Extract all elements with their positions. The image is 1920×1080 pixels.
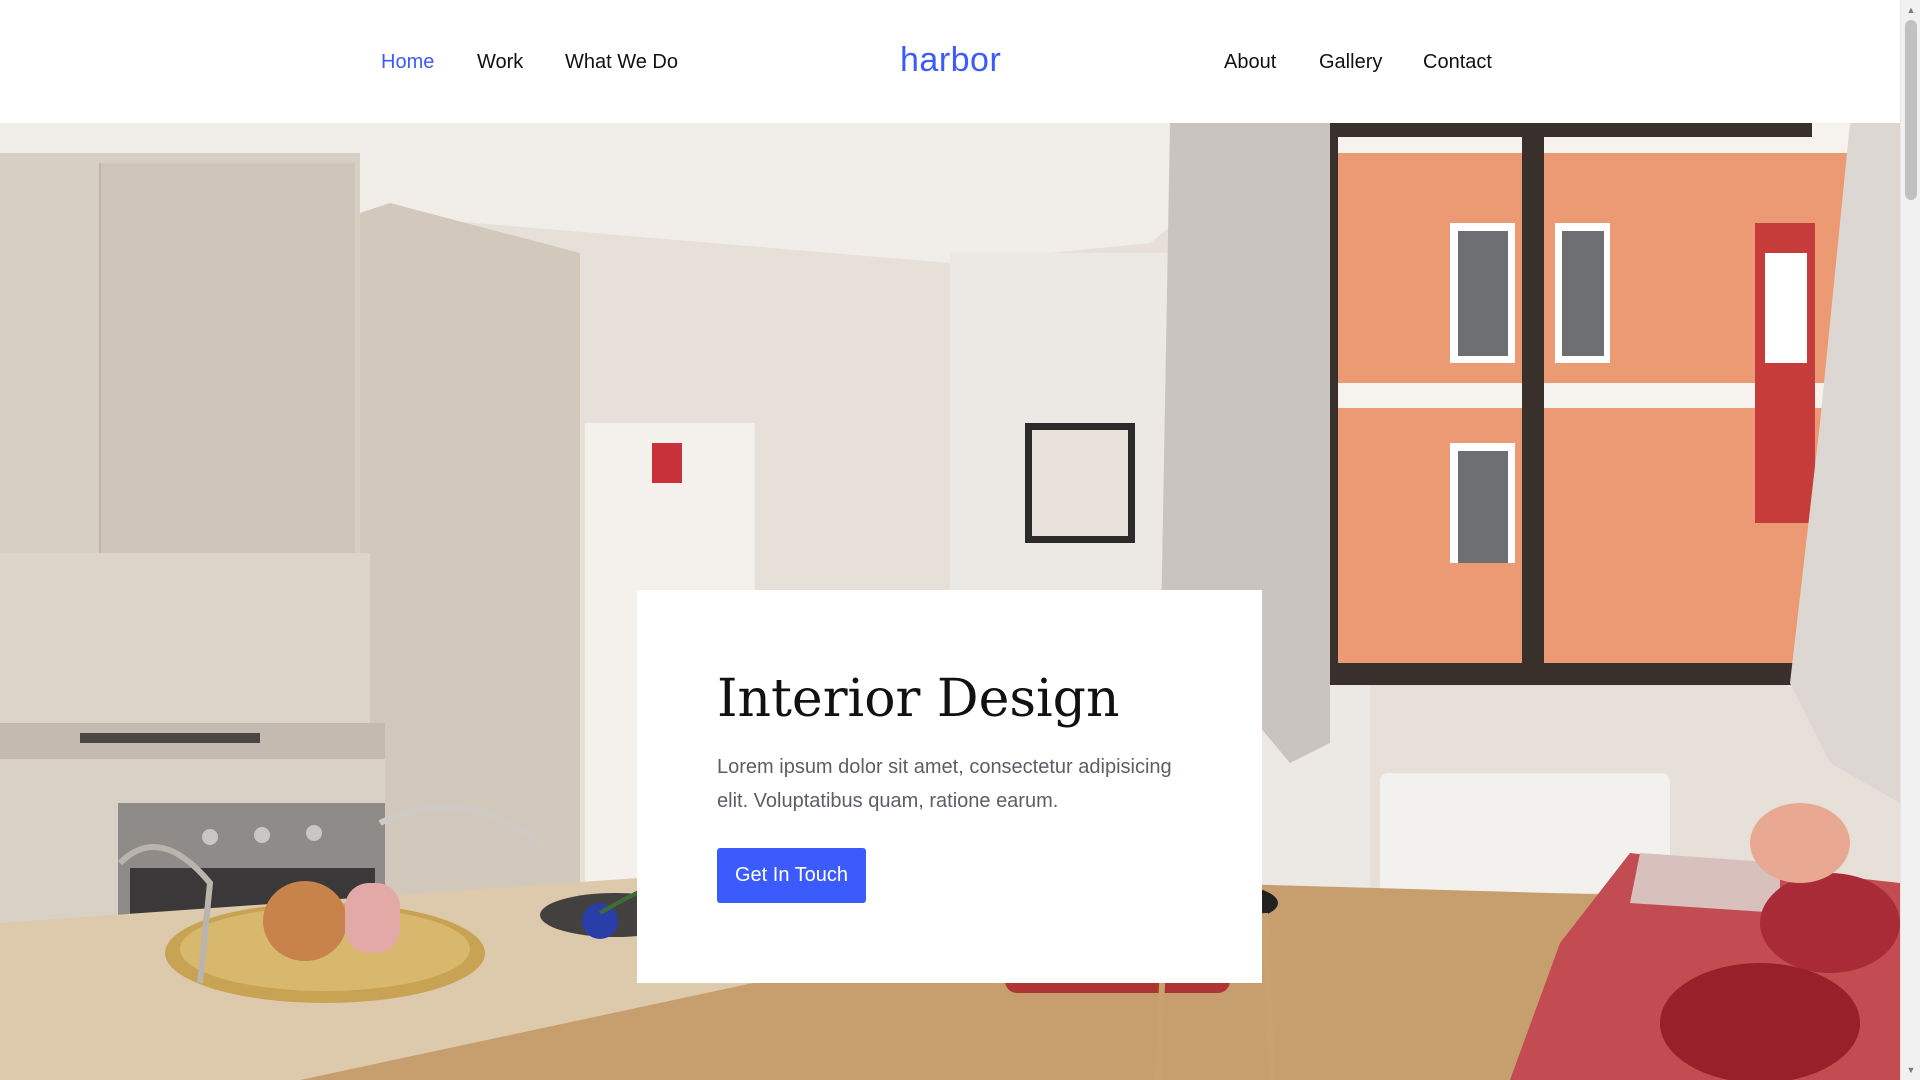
hero-title: Interior Design (717, 669, 1120, 729)
nav-gallery[interactable]: Gallery (1319, 48, 1382, 76)
nav-home[interactable]: Home (381, 48, 434, 76)
triangle-down-icon[interactable]: ▼ (1901, 1062, 1920, 1078)
hero-section: Interior Design Lorem ipsum dolor sit am… (0, 123, 1900, 1080)
nav-what-we-do[interactable]: What We Do (565, 48, 678, 76)
scrollbar-thumb[interactable] (1905, 20, 1917, 200)
hero-description: Lorem ipsum dolor sit amet, consectetur … (717, 756, 1172, 812)
nav-contact[interactable]: Contact (1423, 48, 1492, 76)
page-scrollbar[interactable]: ▲ ▼ (1900, 0, 1920, 1080)
logo[interactable]: harbor (900, 40, 1001, 80)
get-in-touch-button[interactable]: Get In Touch (717, 848, 867, 903)
site-header: Home Work What We Do harbor About Galler… (0, 0, 1900, 123)
hero-card: Interior Design Lorem ipsum dolor sit am… (637, 590, 1262, 983)
nav-work[interactable]: Work (477, 48, 523, 76)
triangle-up-icon[interactable]: ▲ (1901, 2, 1920, 18)
nav-about[interactable]: About (1224, 48, 1276, 76)
